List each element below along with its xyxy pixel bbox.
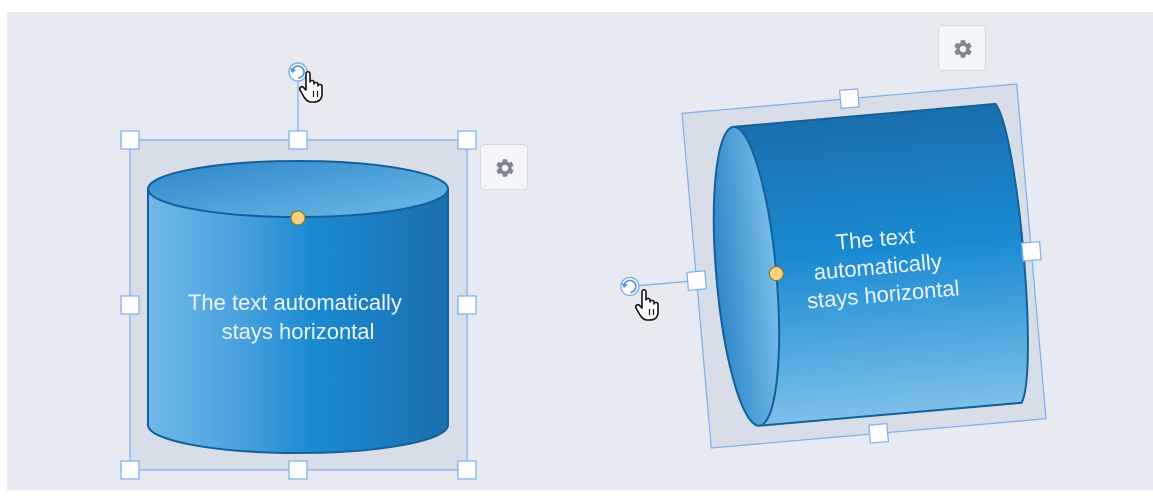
gear-icon xyxy=(496,159,514,177)
shape-settings-button[interactable] xyxy=(938,25,986,71)
rotation-handle-line xyxy=(629,280,697,288)
resize-handle-n[interactable] xyxy=(838,88,860,110)
control-point-handle[interactable] xyxy=(290,210,306,226)
shape-cylinder-upright[interactable]: The text automatically stays horizontal xyxy=(120,62,477,480)
shape-settings-button[interactable] xyxy=(480,144,528,190)
resize-handle-w[interactable] xyxy=(686,270,708,292)
resize-handle-e[interactable] xyxy=(1020,240,1042,262)
cylinder-top[interactable] xyxy=(147,160,449,218)
resize-handle-s[interactable] xyxy=(868,422,890,444)
shape-label-line: The text automatically xyxy=(188,290,402,315)
diagram-svg: The text automatically stays horizontal xyxy=(120,62,1047,480)
resize-handle-ne[interactable] xyxy=(457,130,477,150)
resize-handle-nw[interactable] xyxy=(120,130,140,150)
resize-handle-sw[interactable] xyxy=(120,460,140,480)
resize-handle-w[interactable] xyxy=(120,295,140,315)
rotate-handle[interactable] xyxy=(620,276,640,297)
control-point-handle[interactable] xyxy=(768,266,784,282)
resize-handle-n[interactable] xyxy=(288,130,308,150)
resize-handle-e[interactable] xyxy=(457,295,477,315)
resize-handle-se[interactable] xyxy=(457,460,477,480)
rotate-handle[interactable] xyxy=(288,62,308,82)
gear-icon xyxy=(954,40,972,58)
shape-label-line: stays horizontal xyxy=(222,319,375,344)
resize-handle-s[interactable] xyxy=(288,460,308,480)
hand-cursor-icon xyxy=(634,288,659,321)
